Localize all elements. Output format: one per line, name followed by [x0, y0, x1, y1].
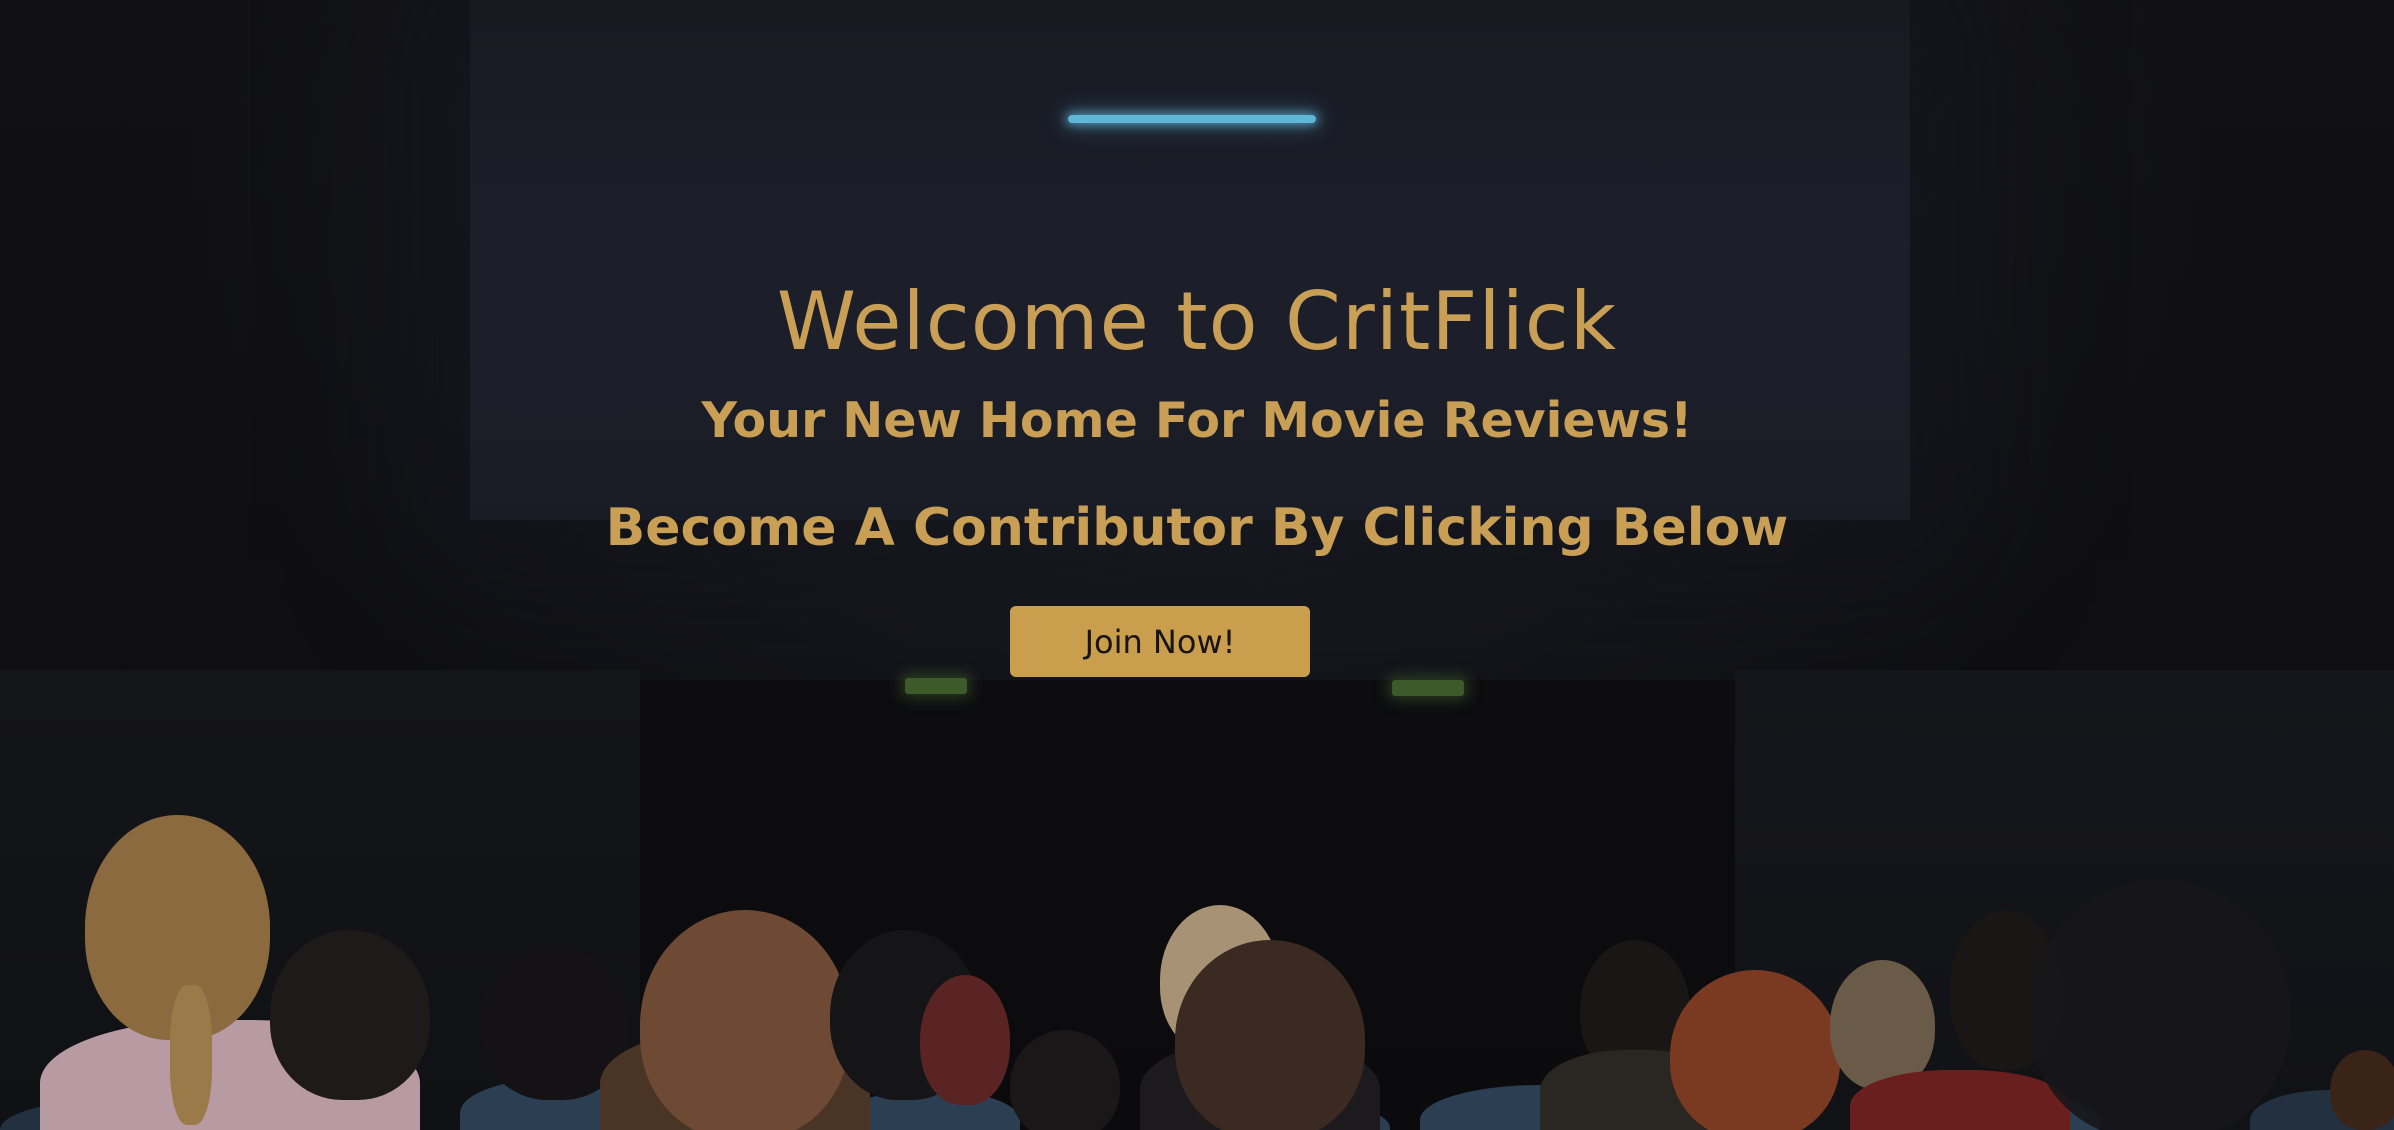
page-title: Welcome to CritFlick: [776, 275, 1618, 368]
page-subtitle: Your New Home For Movie Reviews!: [701, 392, 1693, 449]
join-now-button[interactable]: Join Now!: [1010, 606, 1310, 677]
hero-section: Welcome to CritFlick Your New Home For M…: [0, 0, 2394, 1130]
theater-wall-left: [0, 670, 640, 1130]
contributor-cta-text: Become A Contributor By Clicking Below: [605, 498, 1789, 558]
theater-wall-right: [1735, 670, 2394, 1130]
exit-sign-right: [1392, 680, 1464, 696]
exit-sign-left: [905, 678, 967, 694]
theater-stage: [640, 680, 1735, 1130]
projector-light: [1068, 115, 1316, 123]
